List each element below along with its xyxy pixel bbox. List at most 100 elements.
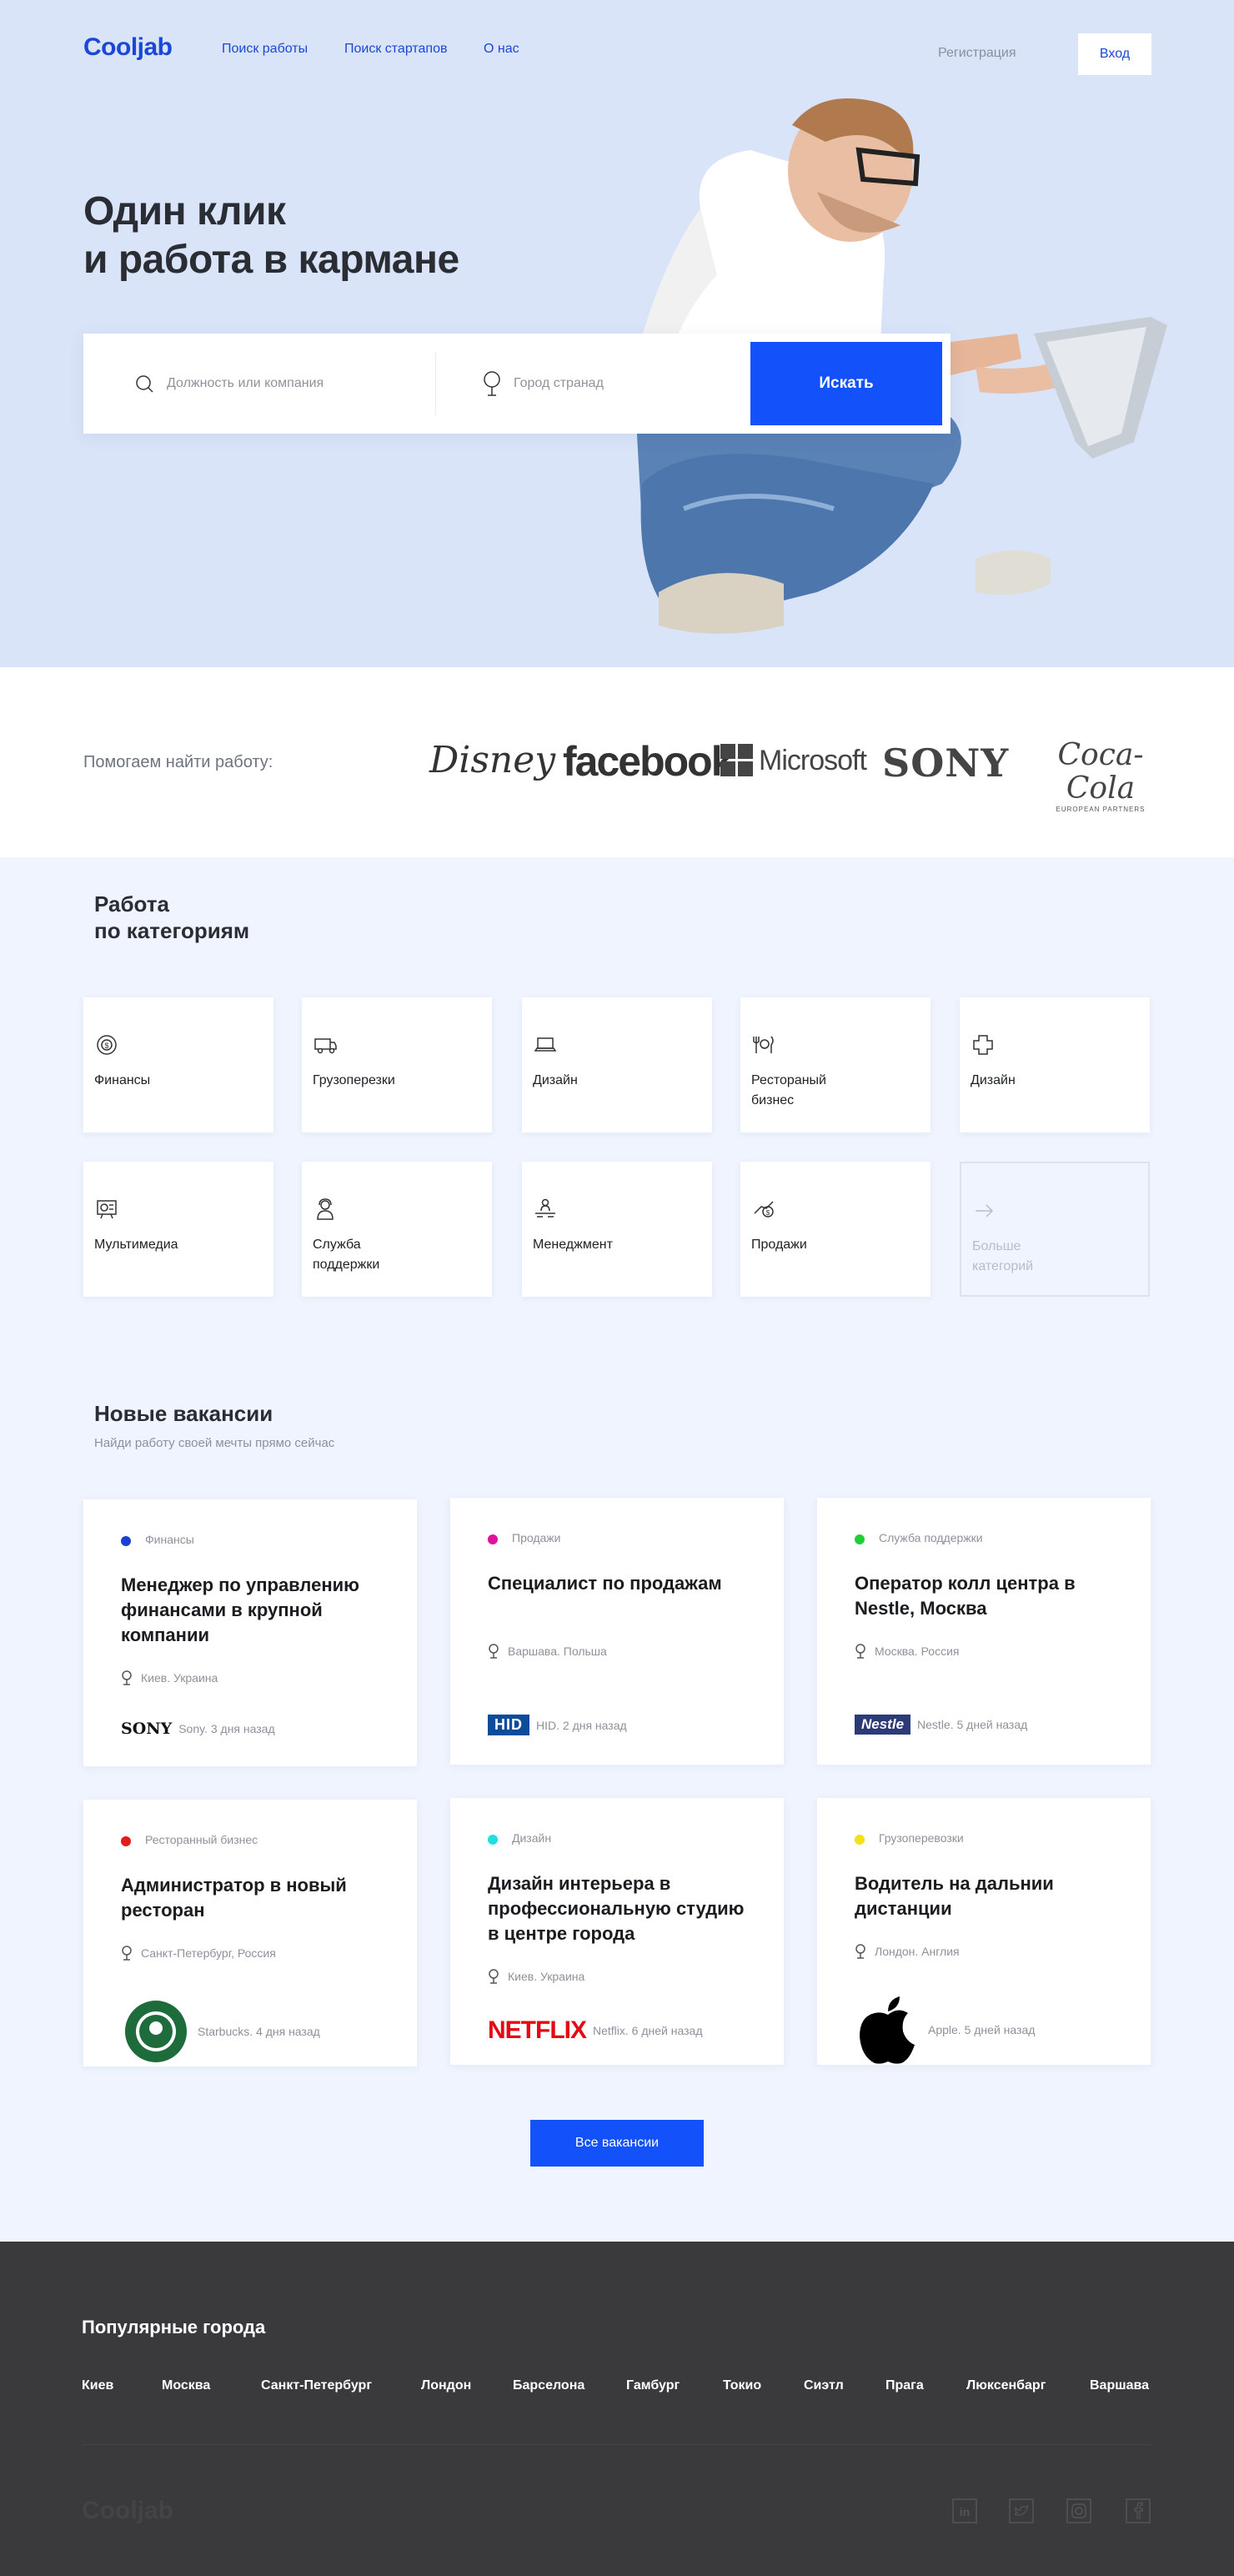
city-link[interactable]: Санкт-Петербург: [261, 2378, 372, 2393]
category-card-restaurant[interactable]: Ресторaный бизнес: [740, 997, 931, 1132]
category-card-support[interactable]: Служба поддержки: [302, 1162, 492, 1297]
vacancy-title[interactable]: Администратор в новый ресторан: [121, 1873, 388, 1923]
city-link[interactable]: Барселона: [513, 2378, 584, 2393]
vacancy-title[interactable]: Оператор колл центра в Nestle, Москва: [855, 1571, 1121, 1621]
register-link[interactable]: Регистрация: [938, 46, 1016, 61]
nav-link-startup-search[interactable]: Поиск стартапов: [344, 42, 447, 57]
vacancy-title[interactable]: Дизайн интерьера в профессиональную студ…: [488, 1871, 755, 1946]
position-search-placeholder: Должность или компания: [167, 376, 324, 390]
search-icon: [136, 375, 153, 393]
partners-label: Помогаем найти работу:: [83, 753, 273, 771]
location-pin-icon: [489, 1644, 499, 1659]
vacancy-title[interactable]: Водитель на дальнии дистанции: [855, 1871, 1121, 1921]
support-icon: [317, 1198, 334, 1220]
truck-icon: [314, 1038, 337, 1054]
city-link[interactable]: Токио: [723, 2378, 761, 2393]
category-card-more[interactable]: Больше категорий: [960, 1162, 1150, 1297]
city-link[interactable]: Люксенбарг: [966, 2378, 1046, 2393]
location-pin-icon: [855, 1644, 865, 1659]
vacancies-subtitle: Найди работу своей мечты прямо сейчас: [94, 1436, 335, 1450]
sony-company-logo: SONY: [121, 1720, 173, 1738]
category-card-finance[interactable]: $ Финансы: [83, 997, 273, 1132]
vacancy-location: Санкт-Петербург, Россия: [121, 1946, 276, 1961]
search-panel: Должность или компания Город странад Иск…: [83, 334, 951, 434]
city-link[interactable]: Варшава: [1090, 2378, 1149, 2393]
vacancy-title[interactable]: Менеджер по управлению финансами в крупн…: [121, 1573, 388, 1648]
location-pin-icon: [122, 1670, 132, 1685]
vacancy-title[interactable]: Специалист по продажам: [488, 1571, 755, 1596]
vacancy-category: Служба поддержки: [879, 1531, 983, 1544]
search-divider: [435, 352, 436, 415]
category-dot: [121, 1536, 131, 1546]
footer-logo[interactable]: Cooljab: [82, 2497, 173, 2525]
vacancy-card-restaurant-admin[interactable]: Ресторанный бизнес Администратор в новый…: [83, 1800, 417, 2066]
category-card-management[interactable]: Менеджмент: [522, 1162, 712, 1297]
popular-cities-title: Популярные города: [82, 2317, 266, 2337]
apple-company-logo: [860, 1996, 915, 2064]
vacancy-category: Продажи: [512, 1531, 561, 1544]
vacancy-card-sales-specialist[interactable]: Продажи Специалист по продажам Варшава. …: [450, 1498, 784, 1765]
footer: Популярные города Киев Москва Санкт-Пете…: [0, 2242, 1234, 2576]
vacancy-card-interior-design[interactable]: Дизайн Дизайн интерьера в профессиональн…: [450, 1798, 784, 2065]
category-card-multimedia[interactable]: Мультимедиа: [83, 1162, 273, 1297]
nav-link-about[interactable]: О нас: [484, 42, 519, 57]
sony-logo: SONY: [882, 741, 1010, 786]
vacancy-location: Лондон. Англия: [855, 1944, 960, 1959]
all-vacancies-button[interactable]: Все вакансии: [530, 2120, 704, 2167]
footer-divider: [82, 2444, 1152, 2445]
vacancy-location: Варшава. Польша: [488, 1644, 607, 1659]
nav-link-job-search[interactable]: Поиск работы: [222, 42, 308, 57]
city-search-field[interactable]: Город странад: [482, 334, 604, 434]
facebook-icon[interactable]: [1126, 2498, 1151, 2523]
twitter-icon[interactable]: [1009, 2498, 1034, 2523]
search-button[interactable]: Искать: [750, 342, 942, 425]
microsoft-logo: Microsoft: [720, 744, 867, 777]
netflix-company-logo: NETFLIX: [488, 2016, 587, 2044]
arrow-right-icon: [976, 1204, 994, 1218]
vacancy-card-call-center[interactable]: Служба поддержки Оператор колл центра в …: [817, 1498, 1151, 1765]
category-dot: [121, 1836, 131, 1846]
instagram-icon[interactable]: [1066, 2498, 1091, 2523]
category-card-cargo[interactable]: Грузоперезки: [302, 997, 492, 1132]
finance-icon: $: [97, 1035, 117, 1055]
city-link[interactable]: Прага: [885, 2378, 924, 2393]
vacancy-category: Финансы: [145, 1533, 194, 1546]
location-pin-icon: [484, 371, 500, 396]
puzzle-icon: [973, 1035, 993, 1055]
linkedin-icon[interactable]: in: [952, 2498, 977, 2523]
svg-text:$: $: [766, 1209, 770, 1217]
city-link[interactable]: Киев: [82, 2378, 113, 2393]
login-button[interactable]: Вход: [1078, 33, 1151, 75]
vacancy-company: Apple. 5 дней назад: [855, 1995, 1035, 2065]
city-link[interactable]: Гамбург: [626, 2378, 680, 2393]
category-dot: [855, 1534, 865, 1544]
category-card-sales[interactable]: $ Продажи: [740, 1162, 931, 1297]
disney-logo: Disney: [429, 739, 556, 781]
hid-company-logo: HID: [488, 1715, 529, 1735]
vacancy-location: Киев. Украина: [121, 1670, 218, 1685]
vacancies-title: Новые вакансии: [94, 1401, 273, 1426]
city-search-placeholder: Город странад: [514, 376, 604, 390]
vacancy-company: HID HID. 2 дня назад: [488, 1715, 627, 1735]
location-pin-icon: [489, 1969, 499, 1984]
vacancy-category: Ресторанный бизнес: [145, 1833, 258, 1846]
category-card-design[interactable]: Дизайн: [522, 997, 712, 1132]
vacancy-card-finance-manager[interactable]: Финансы Менеджер по управлению финансами…: [83, 1499, 417, 1766]
city-link[interactable]: Москва: [162, 2378, 210, 2393]
city-link[interactable]: Лондон: [421, 2378, 471, 2393]
management-icon: [535, 1198, 555, 1218]
vacancy-company: NETFLIX Netflix. 6 дней назад: [488, 2016, 703, 2044]
category-card-design-2[interactable]: Дизайн: [960, 997, 1150, 1132]
restaurant-icon: [753, 1036, 774, 1053]
starbucks-company-logo: [125, 2001, 187, 2062]
site-logo[interactable]: Cooljab: [83, 33, 173, 62]
laptop-icon: [534, 1037, 557, 1052]
category-dot: [855, 1835, 865, 1845]
partners-strip: Помогаем найти работу: Disney facebook M…: [0, 667, 1234, 857]
vacancy-card-driver[interactable]: Грузоперевозки Водитель на дальнии диста…: [817, 1798, 1151, 2065]
vacancy-company: Starbucks. 4 дня назад: [121, 2000, 320, 2063]
city-link[interactable]: Сиэтл: [804, 2378, 844, 2393]
category-dot: [488, 1534, 498, 1544]
svg-text:$: $: [104, 1042, 108, 1050]
position-search-field[interactable]: Должность или компания: [135, 334, 324, 434]
